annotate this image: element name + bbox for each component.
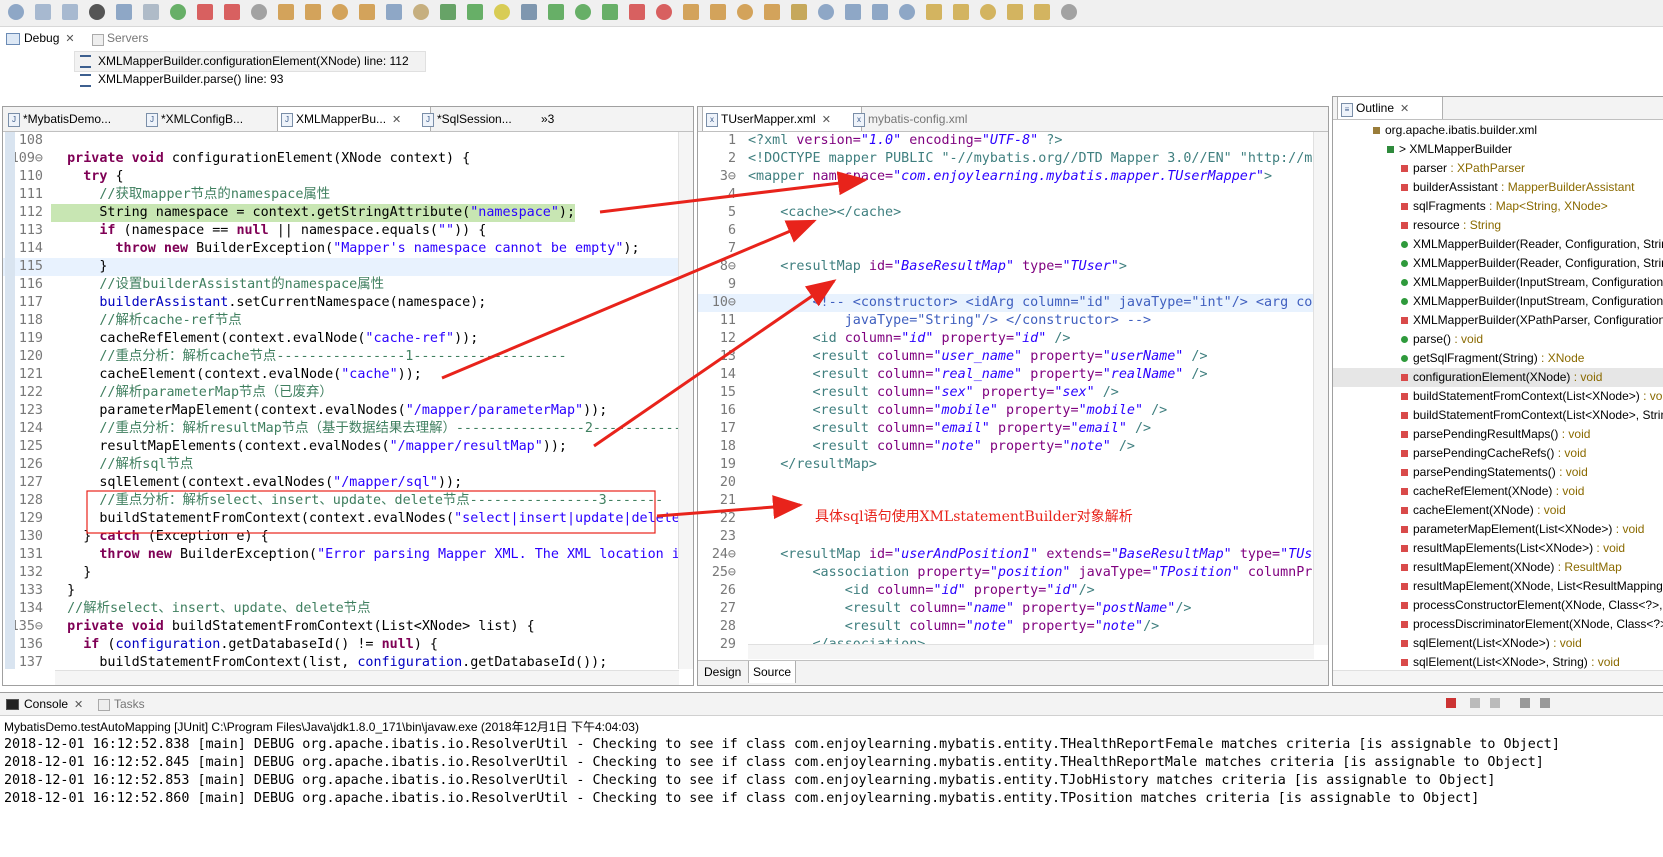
highlight-box <box>86 490 656 534</box>
arrow-namespace <box>599 171 868 214</box>
arrow-cache <box>441 219 817 380</box>
annotation-text: 具体sql语句使用XMLstatementBuilder对象解析 <box>815 509 1133 525</box>
annotation-overlay <box>86 171 868 534</box>
arrow-statement <box>656 495 803 520</box>
arrow-resultmap <box>593 279 837 448</box>
